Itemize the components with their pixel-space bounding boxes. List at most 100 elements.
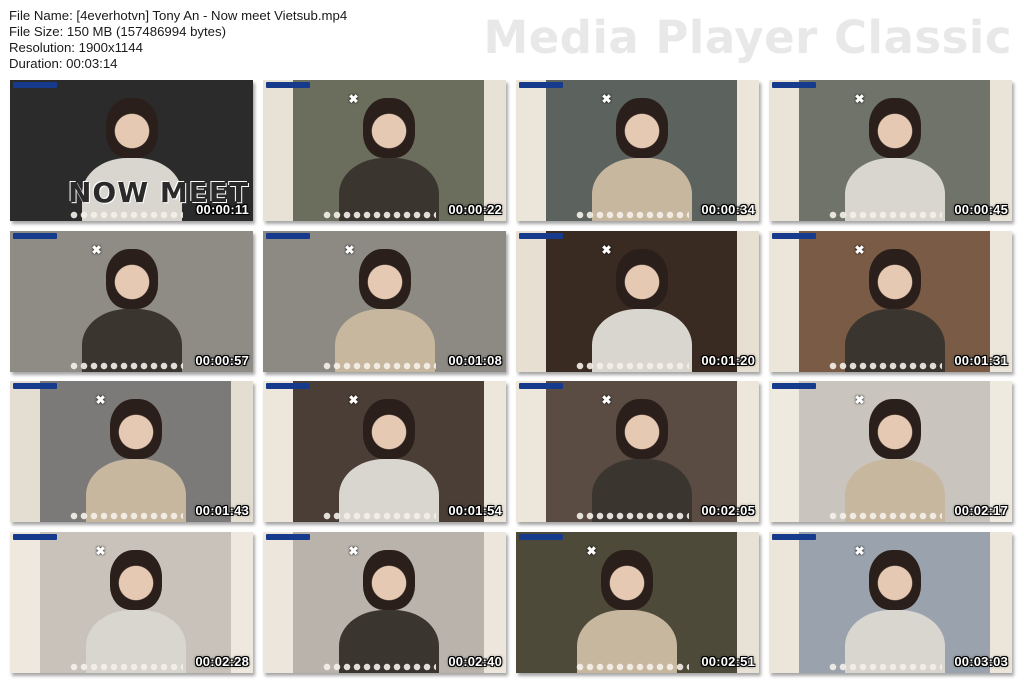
person-silhouette <box>615 399 668 459</box>
pearl-decoration <box>829 362 942 370</box>
sparkle-icon: ✖ <box>601 92 612 106</box>
pearl-decoration <box>576 211 689 219</box>
timestamp: 00:00:45 <box>954 202 1008 217</box>
thumbnail-frame[interactable]: ✖ 00:00:34 <box>516 80 759 221</box>
pearl-decoration <box>323 512 436 520</box>
channel-logo-icon <box>519 534 563 540</box>
timestamp: 00:00:22 <box>448 202 502 217</box>
thumbnail-frame[interactable]: ✖ 00:02:40 <box>263 532 506 673</box>
pearl-decoration <box>323 362 436 370</box>
sparkle-icon: ✖ <box>348 544 359 558</box>
person-silhouette <box>109 550 162 610</box>
pearl-decoration <box>323 663 436 671</box>
person-silhouette <box>868 249 921 309</box>
sparkle-icon: ✖ <box>348 92 359 106</box>
timestamp: 00:02:28 <box>195 654 249 669</box>
timestamp: 00:01:08 <box>448 353 502 368</box>
sparkle-icon: ✖ <box>348 393 359 407</box>
channel-logo-icon <box>13 233 57 239</box>
timestamp: 00:00:11 <box>196 202 249 217</box>
pearl-decoration <box>70 512 183 520</box>
timestamp: 00:02:51 <box>701 654 755 669</box>
sparkle-icon: ✖ <box>95 544 106 558</box>
thumbnail-frame[interactable]: ✖ 00:01:54 <box>263 381 506 522</box>
timestamp: 00:00:57 <box>195 353 249 368</box>
person-silhouette <box>868 98 921 158</box>
thumbnail-frame[interactable]: ✖ 00:01:43 <box>10 381 253 522</box>
channel-logo-icon <box>519 383 563 389</box>
timestamp: 00:01:43 <box>195 503 249 518</box>
sparkle-icon: ✖ <box>854 393 865 407</box>
channel-logo-icon <box>13 534 57 540</box>
sparkle-icon: ✖ <box>601 393 612 407</box>
channel-logo-icon <box>266 233 310 239</box>
sparkle-icon: ✖ <box>854 92 865 106</box>
thumbnail-frame[interactable]: ✖ 00:01:20 <box>516 231 759 372</box>
thumbnail-frame[interactable]: ✖ 00:02:05 <box>516 381 759 522</box>
timestamp: 00:03:03 <box>954 654 1008 669</box>
timestamp: 00:02:05 <box>701 503 755 518</box>
person-silhouette <box>615 98 668 158</box>
thumbnail-frame[interactable]: NOW MEET 00:00:11 <box>10 80 253 221</box>
channel-logo-icon <box>772 534 816 540</box>
person-silhouette <box>362 550 415 610</box>
channel-logo-icon <box>266 534 310 540</box>
person-silhouette <box>600 550 653 610</box>
person-silhouette <box>105 98 158 158</box>
file-name: File Name: [4everhotvn] Tony An - Now me… <box>9 8 348 23</box>
thumbnail-frame[interactable]: ✖ 00:00:57 <box>10 231 253 372</box>
thumbnail-frame[interactable]: ✖ 00:02:17 <box>769 381 1012 522</box>
file-info: File Name: [4everhotvn] Tony An - Now me… <box>9 8 347 72</box>
channel-logo-icon <box>772 82 816 88</box>
file-size: File Size: 150 MB (157486994 bytes) <box>9 24 226 39</box>
sparkle-icon: ✖ <box>344 243 355 257</box>
person-silhouette <box>868 550 921 610</box>
pearl-decoration <box>576 362 689 370</box>
person-silhouette <box>358 249 411 309</box>
timestamp: 00:00:34 <box>701 202 755 217</box>
person-silhouette <box>105 249 158 309</box>
resolution: Resolution: 1900x1144 <box>9 40 143 55</box>
sparkle-icon: ✖ <box>854 243 865 257</box>
sparkle-icon: ✖ <box>854 544 865 558</box>
sparkle-icon: ✖ <box>95 393 106 407</box>
sparkle-icon: ✖ <box>586 544 597 558</box>
person-silhouette <box>868 399 921 459</box>
media-player-classic-watermark: Media Player Classic <box>483 11 1012 64</box>
thumbnail-frame[interactable]: ✖ 00:01:31 <box>769 231 1012 372</box>
pearl-decoration <box>829 211 942 219</box>
person-silhouette <box>362 399 415 459</box>
sparkle-icon: ✖ <box>601 243 612 257</box>
pearl-decoration <box>829 512 942 520</box>
thumbnail-frame[interactable]: ✖ 00:00:22 <box>263 80 506 221</box>
pearl-decoration <box>576 663 689 671</box>
person-silhouette <box>109 399 162 459</box>
pearl-decoration <box>70 663 183 671</box>
channel-logo-icon <box>772 383 816 389</box>
channel-logo-icon <box>519 233 563 239</box>
channel-logo-icon <box>13 82 57 88</box>
thumbnail-frame[interactable]: ✖ 00:03:03 <box>769 532 1012 673</box>
timestamp: 00:02:40 <box>448 654 502 669</box>
timestamp: 00:01:20 <box>701 353 755 368</box>
duration: Duration: 00:03:14 <box>9 56 118 71</box>
pearl-decoration <box>829 663 942 671</box>
pearl-decoration <box>576 512 689 520</box>
pearl-decoration <box>323 211 436 219</box>
person-silhouette <box>362 98 415 158</box>
channel-logo-icon <box>13 383 57 389</box>
thumbnail-frame[interactable]: ✖ 00:02:51 <box>516 532 759 673</box>
thumbnail-frame[interactable]: ✖ 00:02:28 <box>10 532 253 673</box>
thumbnail-frame[interactable]: ✖ 00:01:08 <box>263 231 506 372</box>
channel-logo-icon <box>772 233 816 239</box>
person-silhouette <box>615 249 668 309</box>
pearl-decoration <box>70 211 183 219</box>
timestamp: 00:02:17 <box>954 503 1008 518</box>
timestamp: 00:01:54 <box>448 503 502 518</box>
channel-logo-icon <box>266 82 310 88</box>
channel-logo-icon <box>266 383 310 389</box>
channel-logo-icon <box>519 82 563 88</box>
pearl-decoration <box>70 362 183 370</box>
thumbnail-frame[interactable]: ✖ 00:00:45 <box>769 80 1012 221</box>
timestamp: 00:01:31 <box>954 353 1008 368</box>
